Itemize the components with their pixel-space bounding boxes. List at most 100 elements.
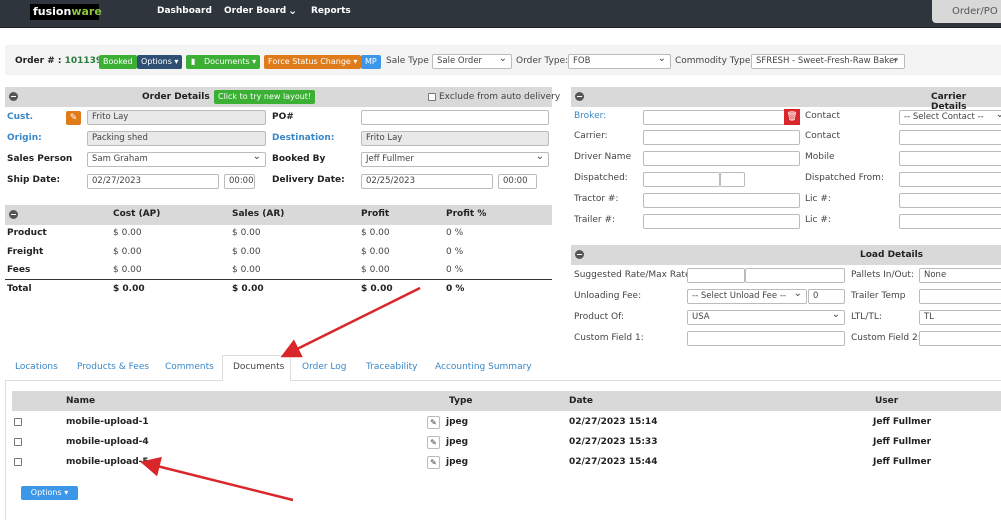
mp-button[interactable]: MP bbox=[361, 55, 381, 69]
document-name[interactable]: mobile-upload-1 bbox=[66, 417, 149, 427]
logo[interactable]: fusionware bbox=[30, 4, 102, 20]
fin-value: 0 % bbox=[446, 247, 464, 257]
dispatched-time-field[interactable] bbox=[720, 172, 745, 187]
fin-value: $ 0.00 bbox=[361, 228, 390, 238]
carrier-field[interactable] bbox=[643, 151, 800, 166]
fin-col-header: Profit % bbox=[446, 209, 487, 219]
fin-value: $ 0.00 bbox=[361, 247, 390, 257]
collapse-icon[interactable] bbox=[9, 92, 18, 101]
fin-value: $ 0.00 bbox=[361, 284, 393, 294]
row-checkbox[interactable] bbox=[14, 438, 22, 446]
max-rate-field[interactable] bbox=[745, 268, 845, 283]
collapse-icon[interactable] bbox=[575, 92, 584, 101]
tab-products-fees[interactable]: Products & Fees bbox=[77, 362, 149, 372]
fin-value: $ 0.00 bbox=[232, 284, 264, 294]
fin-value: $ 0.00 bbox=[113, 247, 142, 257]
destination-field[interactable]: Frito Lay bbox=[361, 131, 549, 146]
sales-person-label: Sales Person bbox=[7, 154, 73, 164]
document-name[interactable]: mobile-upload-4 bbox=[66, 437, 149, 447]
tab-accounting-summary[interactable]: Accounting Summary bbox=[435, 362, 532, 372]
documents-button[interactable]: ▮ Documents ▾ bbox=[186, 55, 261, 69]
destination-link[interactable]: Destination: bbox=[272, 133, 334, 143]
sale-type-label: Sale Type bbox=[386, 56, 429, 66]
document-user: Jeff Fullmer bbox=[873, 417, 932, 427]
cust-field[interactable]: Frito Lay bbox=[87, 110, 266, 125]
carrier-label: Lic #: bbox=[805, 194, 831, 204]
tab-locations[interactable]: Locations bbox=[15, 362, 58, 372]
po-label: PO# bbox=[272, 112, 294, 122]
document-type: jpeg bbox=[446, 417, 469, 427]
order-po-tab[interactable]: Order/PO bbox=[932, 0, 1001, 23]
edit-icon[interactable]: ✎ bbox=[427, 436, 440, 449]
nav-order-board[interactable]: Order Board bbox=[224, 6, 286, 16]
delivery-time-field[interactable]: 00:00 bbox=[498, 174, 537, 189]
carrier-field[interactable] bbox=[899, 151, 1001, 166]
trash-icon[interactable]: 🗑 bbox=[784, 109, 800, 125]
ltl-tl-field[interactable]: TL bbox=[919, 310, 1001, 325]
load-label: Trailer Temp bbox=[851, 291, 906, 301]
options-button[interactable]: Options ▾ bbox=[137, 55, 183, 69]
custom-field-2[interactable] bbox=[919, 331, 1001, 346]
exclude-auto-delivery-label: Exclude from auto delivery bbox=[439, 92, 561, 102]
edit-icon[interactable]: ✎ bbox=[427, 456, 440, 469]
carrier-label: Driver Name bbox=[574, 152, 632, 162]
collapse-icon[interactable] bbox=[575, 250, 584, 259]
carrier-label: Dispatched From: bbox=[805, 173, 884, 183]
edit-icon[interactable]: ✎ bbox=[66, 111, 81, 125]
ship-time-field[interactable]: 00:00 bbox=[224, 174, 255, 189]
order-number-label: Order # : bbox=[15, 56, 62, 66]
trailer-temp-field[interactable] bbox=[919, 289, 1001, 304]
carrier-field[interactable] bbox=[643, 130, 800, 145]
suggested-rate-field[interactable] bbox=[687, 268, 745, 283]
carrier-field[interactable] bbox=[899, 172, 1001, 187]
documents-options-button[interactable]: Options ▾ bbox=[21, 486, 78, 500]
carrier-field[interactable] bbox=[899, 130, 1001, 145]
cust-link[interactable]: Cust. bbox=[7, 112, 33, 122]
carrier-field[interactable] bbox=[899, 193, 1001, 208]
row-checkbox[interactable] bbox=[14, 458, 22, 466]
edit-icon[interactable]: ✎ bbox=[427, 416, 440, 429]
carrier-label: Trailer #: bbox=[574, 215, 616, 225]
commodity-type-select[interactable]: SFRESH - Sweet-Fresh-Raw Baker bbox=[751, 54, 905, 69]
contact-select[interactable]: -- Select Contact -- bbox=[899, 108, 1001, 125]
document-name[interactable]: mobile-upload-5 bbox=[66, 457, 149, 467]
sale-type-select[interactable]: Sale Order bbox=[432, 52, 512, 69]
sales-person-select[interactable]: Sam Graham bbox=[87, 150, 266, 167]
unload-fee-amount[interactable]: 0 bbox=[808, 289, 845, 304]
dispatched-date-field[interactable] bbox=[643, 172, 720, 187]
ship-date-field[interactable]: 02/27/2023 bbox=[87, 174, 219, 189]
carrier-label[interactable]: Broker: bbox=[574, 111, 606, 121]
origin-field[interactable]: Packing shed bbox=[87, 131, 266, 146]
load-label: LTL/TL: bbox=[851, 312, 882, 322]
document-user: Jeff Fullmer bbox=[873, 457, 932, 467]
tab-order-log[interactable]: Order Log bbox=[302, 362, 347, 372]
pallets-field[interactable]: None bbox=[919, 268, 1001, 283]
carrier-field[interactable] bbox=[899, 214, 1001, 229]
collapse-icon[interactable] bbox=[9, 210, 18, 219]
new-layout-button[interactable]: Click to try new layout! bbox=[214, 90, 316, 104]
carrier-label: Lic #: bbox=[805, 215, 831, 225]
booked-by-select[interactable]: Jeff Fullmer bbox=[361, 150, 549, 167]
carrier-field[interactable] bbox=[643, 214, 800, 229]
tab-traceability[interactable]: Traceability bbox=[366, 362, 417, 372]
exclude-auto-delivery-checkbox[interactable] bbox=[428, 93, 436, 101]
carrier-field[interactable] bbox=[643, 193, 800, 208]
order-type-select[interactable]: FOB bbox=[568, 52, 671, 69]
chevron-down-icon[interactable]: ⌄ bbox=[288, 4, 297, 17]
row-checkbox[interactable] bbox=[14, 418, 22, 426]
custom-field-1[interactable] bbox=[687, 331, 845, 346]
origin-link[interactable]: Origin: bbox=[7, 133, 42, 143]
force-status-change-button[interactable]: Force Status Change ▾ bbox=[264, 55, 362, 69]
tab-documents[interactable]: Documents bbox=[233, 362, 284, 372]
nav-dashboard[interactable]: Dashboard bbox=[157, 6, 212, 16]
nav-reports[interactable]: Reports bbox=[311, 6, 351, 16]
unload-fee-select[interactable]: -- Select Unload Fee -- bbox=[687, 287, 807, 304]
carrier-field[interactable] bbox=[643, 110, 800, 125]
carrier-label: Carrier: bbox=[574, 131, 608, 141]
load-label: Product Of: bbox=[574, 312, 624, 322]
delivery-date-field[interactable]: 02/25/2023 bbox=[361, 174, 493, 189]
po-field[interactable] bbox=[361, 110, 549, 125]
tab-comments[interactable]: Comments bbox=[165, 362, 214, 372]
product-of-select[interactable]: USA bbox=[687, 308, 845, 325]
load-label: Unloading Fee: bbox=[574, 291, 642, 301]
